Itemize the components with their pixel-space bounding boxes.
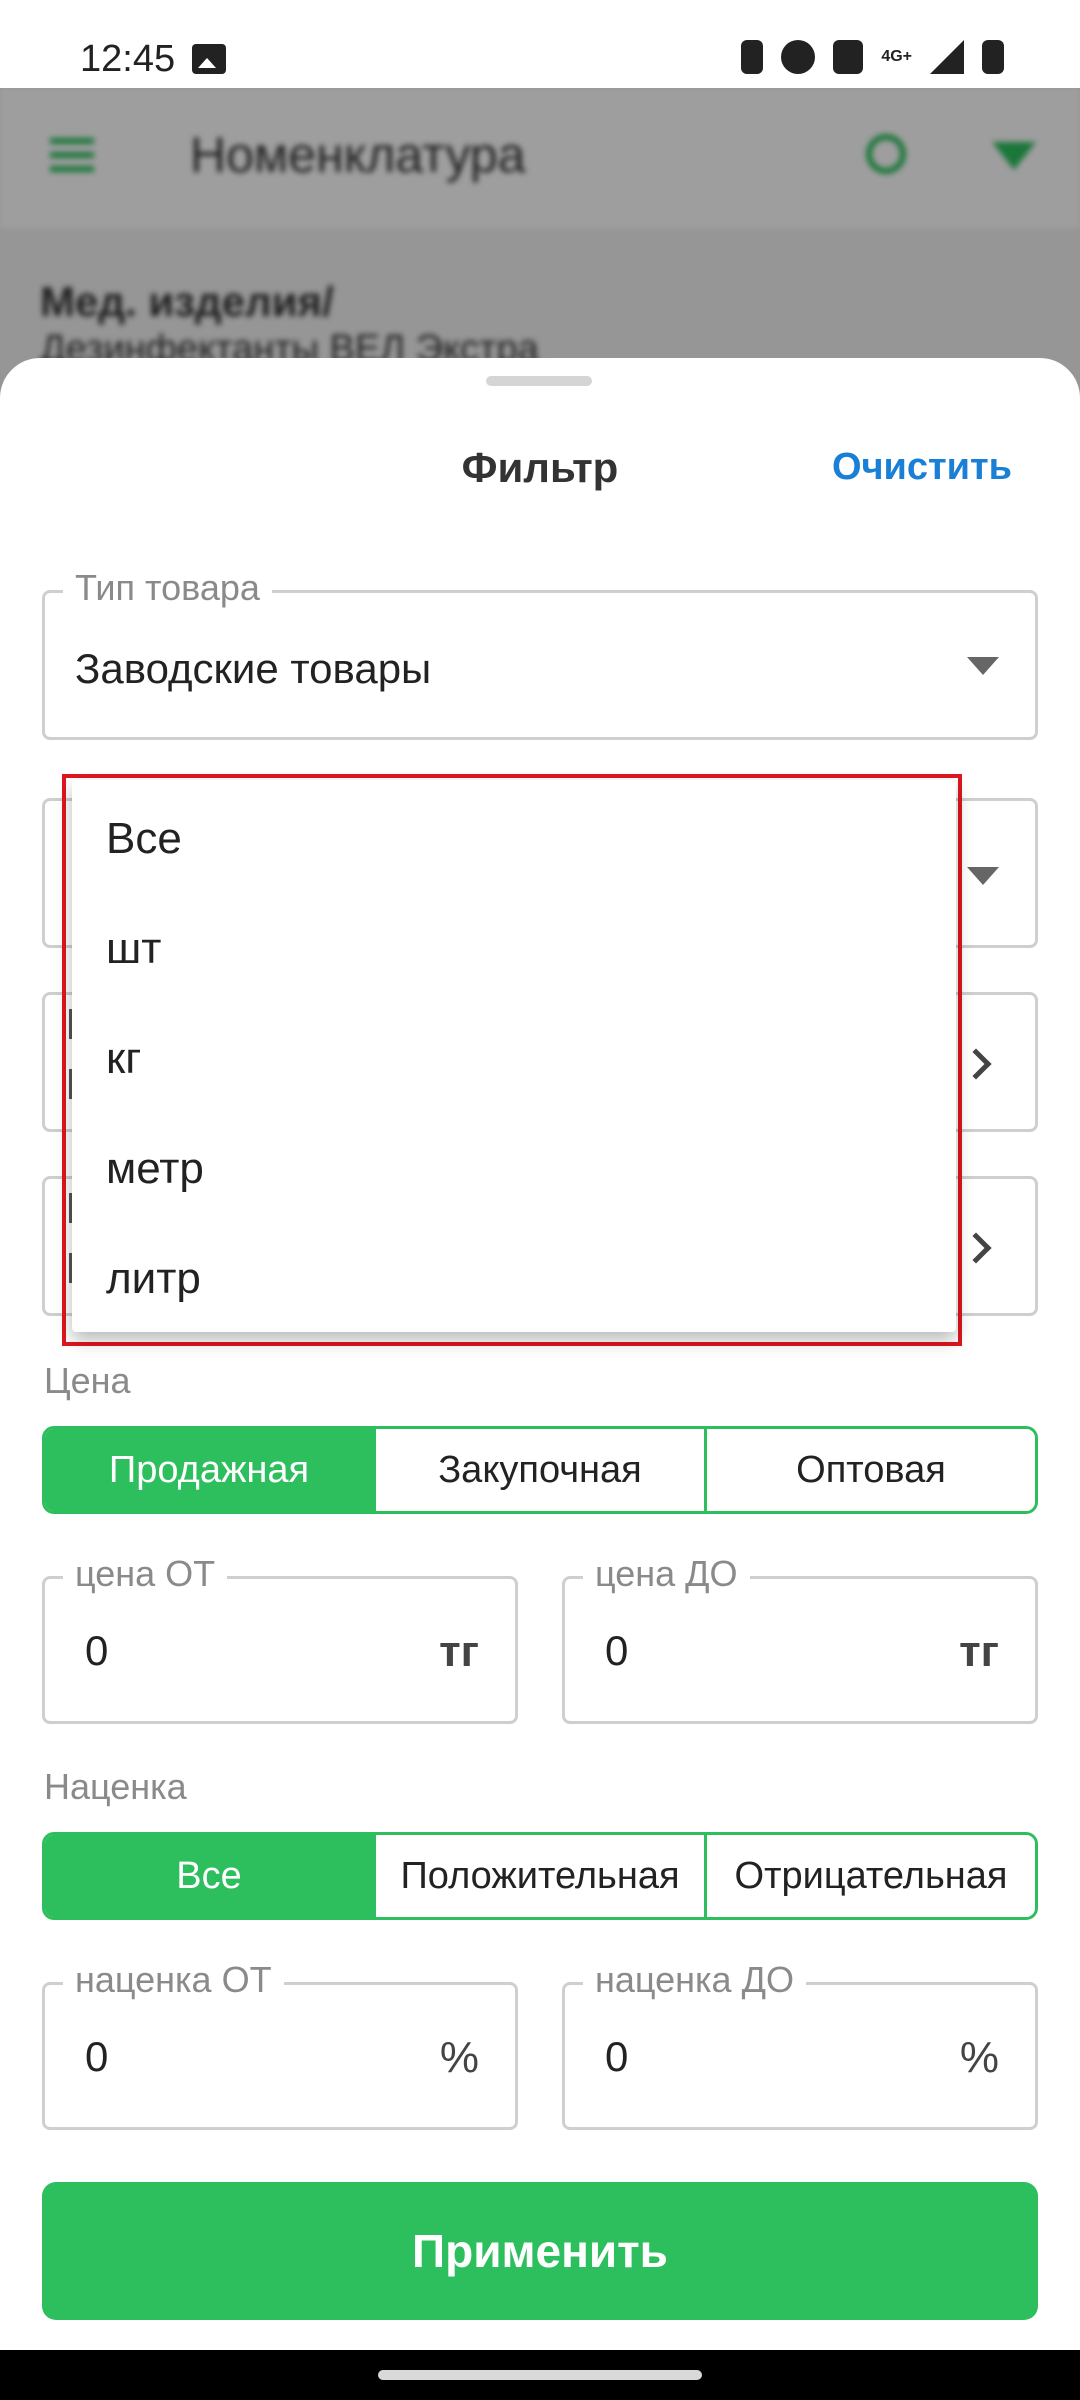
percent-unit: % [439,2033,479,2082]
battery-icon [982,40,1004,74]
dropdown-option[interactable]: Все [106,814,182,864]
product-type-label: Тип товара [63,567,272,609]
system-nav-bar [0,2350,1080,2400]
markup-from-field[interactable]: наценка ОТ 0 % [42,1959,518,2130]
markup-to-field[interactable]: наценка ДО 0 % [562,1959,1038,2130]
price-tab-purchase[interactable]: Закупочная [373,1429,704,1511]
dropdown-arrow-icon [967,867,999,885]
status-icons: 4G+ [741,40,1004,74]
alarm-icon [781,40,816,74]
price-from-field[interactable]: цена ОТ 0 тг [42,1553,518,1724]
price-to-field[interactable]: цена ДО 0 тг [562,1553,1038,1724]
battery-saver-icon [741,40,764,74]
chevron-right-icon [960,1232,992,1264]
markup-tab-all[interactable]: Все [45,1835,373,1917]
price-from-label: цена ОТ [63,1553,228,1595]
currency-unit: тг [959,1627,999,1676]
product-type-value: Заводские товары [75,645,432,692]
image-icon [192,44,226,74]
markup-tab-positive[interactable]: Положительная [373,1835,704,1917]
dropdown-arrow-icon [967,657,999,675]
price-from-value: 0 [85,1627,109,1674]
currency-unit: тг [439,1627,479,1676]
price-tab-wholesale[interactable]: Оптовая [704,1429,1035,1511]
network-type: 4G+ [881,48,912,65]
price-to-value: 0 [605,1627,629,1674]
dropdown-option[interactable]: кг [106,1034,141,1084]
markup-section-label: Наценка [44,1766,187,1807]
signal-icon [930,40,964,74]
clear-button[interactable]: Очистить [832,446,1012,489]
unit-dropdown-menu: Все шт кг метр литр [72,780,956,1332]
markup-from-label: наценка ОТ [63,1959,284,2001]
price-tab-sale[interactable]: Продажная [45,1429,373,1511]
markup-tab-negative[interactable]: Отрицательная [704,1835,1035,1917]
markup-to-value: 0 [605,2033,629,2080]
dropdown-option[interactable]: литр [106,1254,201,1304]
dropdown-option[interactable]: метр [106,1144,204,1194]
markup-from-value: 0 [85,2033,109,2080]
markup-to-label: наценка ДО [583,1959,806,2001]
clock: 12:45 [80,38,176,80]
markup-type-selector: Все Положительная Отрицательная [42,1832,1038,1920]
percent-unit: % [959,2033,999,2082]
status-bar: 12:45 4G+ [0,0,1080,88]
product-type-dropdown[interactable]: Тип товара Заводские товары [42,567,1038,740]
price-to-label: цена ДО [583,1553,750,1595]
filter-sheet: Фильтр Очистить Тип товара Заводские тов… [0,358,1080,2350]
mute-icon [833,40,864,74]
price-section-label: Цена [44,1360,131,1401]
sheet-handle[interactable] [486,376,592,386]
chevron-right-icon [960,1048,992,1080]
price-type-selector: Продажная Закупочная Оптовая [42,1426,1038,1514]
home-gesture-bar[interactable] [378,2370,702,2380]
apply-button[interactable]: Применить [42,2182,1038,2320]
dropdown-option[interactable]: шт [106,924,161,974]
